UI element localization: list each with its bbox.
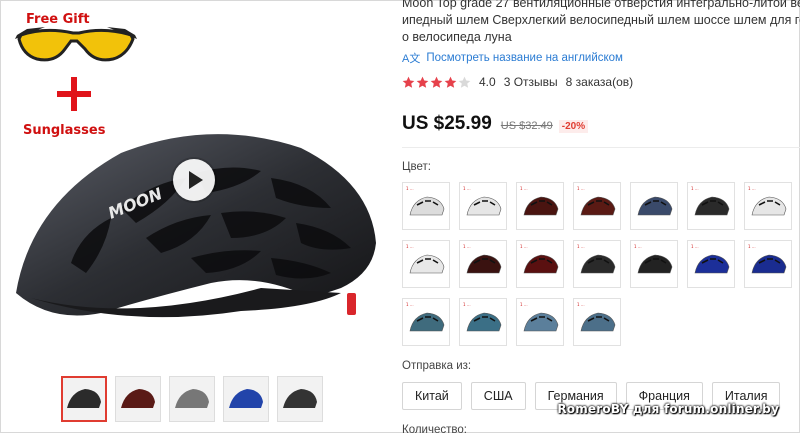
star-icon — [444, 76, 457, 88]
color-swatch[interactable]: 1 ... — [459, 240, 507, 288]
thumbnail-helmet-icon — [175, 389, 209, 408]
thumbnail-3[interactable] — [169, 376, 215, 422]
swatch-tag: 1 ... — [748, 186, 756, 191]
color-swatch[interactable]: 1 ... — [459, 298, 507, 346]
swatch-helmet-icon — [409, 254, 445, 274]
swatch-helmet-icon — [694, 196, 730, 216]
thumbnail-1[interactable] — [61, 376, 107, 422]
swatch-tag: 1 ... — [577, 186, 585, 191]
star-empty-icon — [458, 76, 471, 88]
product-main-image: Free Gift Sunglasses MOON — [1, 1, 391, 422]
swatch-tag: 1 ... — [748, 244, 756, 249]
swatch-helmet-icon — [637, 254, 673, 274]
thumbnail-2[interactable] — [115, 376, 161, 422]
swatch-helmet-icon — [409, 312, 445, 332]
reviews-link[interactable]: 3 Отзывы — [504, 75, 558, 89]
swatch-tag: 1 ... — [577, 302, 585, 307]
color-swatch[interactable]: 1 ... — [459, 182, 507, 230]
sunglasses-image — [15, 27, 137, 62]
color-swatch[interactable]: 1 ... — [573, 240, 621, 288]
swatch-helmet-icon — [523, 196, 559, 216]
translate-icon: A文 — [402, 53, 421, 65]
color-swatch-grid: 1 ... 1 ... 1 ... 1 ... 1 ... 1 ... 1 ... 1 ...… — [402, 182, 800, 346]
color-label: Цвет: — [402, 161, 431, 173]
thumbnail-helmet-icon — [283, 389, 317, 408]
thumbnail-helmet-icon — [121, 389, 155, 408]
color-swatch[interactable]: 1 ... — [744, 182, 792, 230]
swatch-helmet-icon — [580, 312, 616, 332]
swatch-helmet-icon — [523, 254, 559, 274]
product-info-panel: Moon Top grade 27 вентиляционные отверст… — [402, 0, 800, 433]
swatch-tag: 1 ... — [406, 302, 414, 307]
swatch-helmet-icon — [580, 196, 616, 216]
swatch-tag: 1 ... — [520, 244, 528, 249]
swatch-tag: 1 ... — [463, 186, 471, 191]
thumbnail-helmet-icon — [67, 389, 101, 408]
color-swatch[interactable]: 1 ... — [516, 298, 564, 346]
watermark: RomeroBY для forum.onliner.by — [557, 402, 779, 416]
plus-icon — [57, 77, 91, 111]
thumbnail-helmet-icon — [229, 389, 263, 408]
ships-from-label: Отправка из: — [402, 360, 472, 372]
swatch-tag: 1 ... — [463, 244, 471, 249]
current-price: US $25.99 — [402, 113, 492, 134]
orders-count: 8 заказа(ов) — [565, 75, 634, 89]
color-swatch[interactable]: 1 ... — [687, 240, 735, 288]
star-rating — [402, 76, 471, 89]
swatch-tag: 1 ... — [463, 302, 471, 307]
swatch-helmet-icon — [523, 312, 559, 332]
swatch-helmet-icon — [694, 254, 730, 274]
ship-option-usa[interactable]: США — [470, 382, 526, 410]
swatch-helmet-icon — [466, 312, 502, 332]
ship-option-china[interactable]: Китай — [402, 382, 462, 410]
divider — [402, 147, 800, 148]
star-icon — [430, 76, 443, 88]
swatch-helmet-icon — [409, 196, 445, 216]
swatch-tag: 1 ... — [406, 244, 414, 249]
swatch-helmet-icon — [466, 254, 502, 274]
color-swatch[interactable]: 1 ... — [687, 182, 735, 230]
product-title-line: о велосипеда луна — [402, 30, 512, 44]
thumbnail-4[interactable] — [223, 376, 269, 422]
swatch-tag: 1 ... — [691, 244, 699, 249]
rating-value: 4.0 — [479, 75, 496, 89]
color-swatch[interactable]: 1 ... — [516, 240, 564, 288]
quantity-label: Количество: — [402, 424, 467, 433]
color-swatch[interactable]: 1 ... — [744, 240, 792, 288]
color-swatch[interactable] — [630, 182, 678, 230]
rating-row: 4.0 3 Отзывы 8 заказа(ов) — [402, 75, 800, 89]
swatch-tag: 1 ... — [520, 186, 528, 191]
swatch-tag: 1 ... — [634, 244, 642, 249]
color-swatch[interactable]: 1 ... — [402, 182, 450, 230]
star-icon — [402, 76, 415, 88]
swatch-helmet-icon — [751, 254, 787, 274]
product-title-line: ипедный шлем Сверхлегкий велосипедный шл… — [402, 13, 800, 27]
swatch-tag: 1 ... — [520, 302, 528, 307]
color-swatch[interactable]: 1 ... — [573, 182, 621, 230]
old-price: US $32.49 — [500, 120, 553, 132]
video-play-button[interactable] — [173, 159, 215, 201]
star-icon — [416, 76, 429, 88]
color-swatch[interactable]: 1 ... — [402, 240, 450, 288]
product-title: Moon Top grade 27 вентиляционные отверст… — [402, 0, 800, 46]
swatch-helmet-icon — [466, 196, 502, 216]
price-row: US $25.99 US $32.49 -20% — [402, 113, 800, 135]
translate-label: Посмотреть название на английском — [426, 52, 623, 64]
product-title-line: Moon Top grade 27 вентиляционные отверст… — [402, 0, 800, 10]
translate-link[interactable]: A文 Посмотреть название на английском — [402, 50, 800, 66]
helmet-image: MOON — [16, 134, 376, 318]
swatch-tag: 1 ... — [406, 186, 414, 191]
discount-badge: -20% — [558, 120, 589, 133]
swatch-tag: 1 ... — [691, 186, 699, 191]
swatch-helmet-icon — [751, 196, 787, 216]
color-swatch[interactable]: 1 ... — [630, 240, 678, 288]
color-swatch[interactable]: 1 ... — [516, 182, 564, 230]
swatch-helmet-icon — [637, 196, 673, 216]
swatch-tag: 1 ... — [577, 244, 585, 249]
swatch-helmet-icon — [580, 254, 616, 274]
color-swatch[interactable]: 1 ... — [402, 298, 450, 346]
thumbnail-5[interactable] — [277, 376, 323, 422]
thumbnail-strip — [61, 376, 323, 422]
color-swatch[interactable]: 1 ... — [573, 298, 621, 346]
